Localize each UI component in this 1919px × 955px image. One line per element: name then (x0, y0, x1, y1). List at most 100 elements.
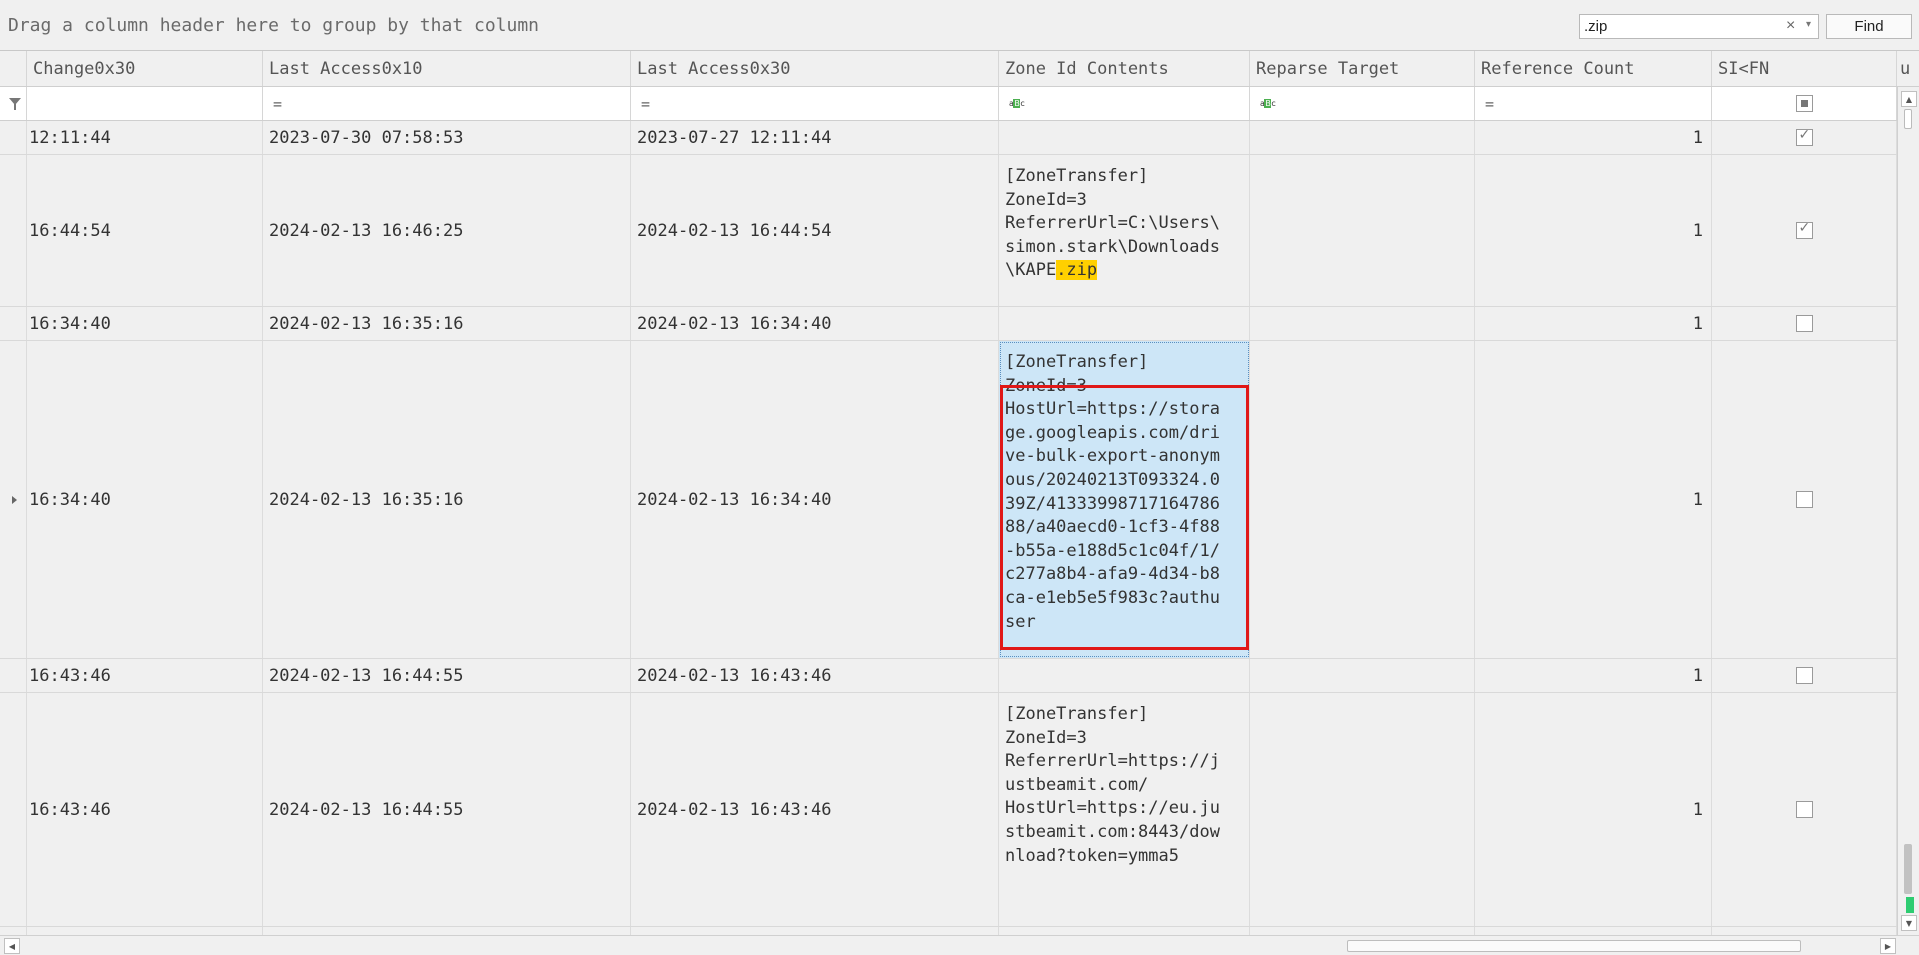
column-header-u[interactable]: u (1897, 51, 1919, 86)
cell-reparse-target[interactable] (1250, 307, 1475, 340)
cell-last-access-0x30[interactable]: 2024-02-13 16:34:40 (631, 307, 999, 340)
cell-zone-id-contents[interactable] (999, 927, 1250, 935)
cell-reference-count[interactable]: 1 (1475, 307, 1712, 340)
row-indicator[interactable] (0, 693, 27, 926)
cell-change-0x30[interactable]: 16:34:40 (27, 341, 263, 658)
table-row[interactable]: 15:25:202023-07-29 07:43:312023-07-07 15… (0, 927, 1897, 935)
clear-search-icon[interactable]: × (1786, 17, 1795, 35)
cell-reparse-target[interactable] (1250, 341, 1475, 658)
cell-last-access-0x10[interactable]: 2024-02-13 16:44:55 (263, 659, 631, 692)
cell-zone-id-contents[interactable] (999, 307, 1250, 340)
cell-reparse-target[interactable] (1250, 693, 1475, 926)
cell-si-fn[interactable] (1712, 659, 1897, 692)
table-row[interactable]: 16:34:40 2024-02-13 16:35:16 2024-02-13 16… (0, 341, 1897, 659)
cell-last-access-0x30[interactable]: 2023-07-27 12:11:44 (631, 121, 999, 154)
cell-si-fn[interactable] (1712, 155, 1897, 306)
cell-last-access-0x10[interactable]: 2023-07-30 07:58:53 (263, 121, 631, 154)
filter-cell-reference-count[interactable]: = (1475, 87, 1712, 120)
cell-reparse-target[interactable] (1250, 155, 1475, 306)
filter-equals-icon[interactable]: = (273, 95, 282, 113)
cell-reference-count[interactable]: 1 (1475, 121, 1712, 154)
column-header-change-0x30[interactable]: Change0x30 (27, 51, 263, 86)
scroll-right-icon[interactable]: ▶ (1880, 938, 1896, 954)
cell-reparse-target[interactable] (1250, 659, 1475, 692)
scroll-down-icon[interactable]: ▼ (1901, 915, 1917, 931)
cell-si-fn[interactable] (1712, 341, 1897, 658)
column-header-last-access-0x10[interactable]: Last Access0x10 (263, 51, 631, 86)
cell-zone-id-contents[interactable]: [ZoneTransfer] ZoneId=3 HostUrl=https://… (999, 341, 1250, 658)
cell-last-access-0x30[interactable]: 2024-02-13 16:43:46 (631, 693, 999, 926)
vertical-scroll-thumb[interactable] (1904, 844, 1912, 894)
table-row[interactable]: 12:11:44 2023-07-30 07:58:53 2023-07-27 12… (0, 121, 1897, 155)
cell-reparse-target[interactable] (1250, 121, 1475, 154)
filter-cell-last-access-0x30[interactable]: = (631, 87, 999, 120)
row-indicator[interactable] (0, 307, 27, 340)
group-by-panel[interactable]: Drag a column header here to group by th… (0, 0, 1919, 51)
horizontal-scroll-thumb[interactable] (1347, 940, 1801, 952)
filter-equals-icon[interactable]: = (1485, 95, 1494, 113)
cell-zone-id-contents[interactable] (999, 659, 1250, 692)
filter-text-contains-icon[interactable]: aBc (1009, 99, 1025, 108)
filter-cell-zone-id-contents[interactable]: aBc (999, 87, 1250, 120)
si-fn-checkbox[interactable] (1795, 220, 1813, 239)
cell-reparse-target[interactable] (1250, 927, 1475, 935)
find-button[interactable]: Find (1826, 14, 1912, 39)
data-grid[interactable]: Change0x30 Last Access0x10 Last Access0x30… (0, 51, 1919, 935)
table-row[interactable]: 16:34:40 2024-02-13 16:35:16 2024-02-13 16… (0, 307, 1897, 341)
row-indicator[interactable] (0, 927, 27, 935)
cell-si-fn[interactable] (1712, 927, 1897, 935)
cell-last-access-0x30[interactable]: 2024-02-13 16:34:40 (631, 341, 999, 658)
column-header-zone-id-contents[interactable]: Zone Id Contents (999, 51, 1250, 86)
cell-last-access-0x10[interactable]: 2024-02-13 16:46:25 (263, 155, 631, 306)
si-fn-checkbox[interactable] (1795, 491, 1813, 508)
column-header-reference-count[interactable]: Reference Count (1475, 51, 1712, 86)
cell-reference-count[interactable]: 1 (1475, 155, 1712, 306)
cell-si-fn[interactable] (1712, 121, 1897, 154)
row-indicator[interactable] (0, 341, 27, 658)
filter-cell-si-fn[interactable] (1712, 87, 1897, 120)
cell-si-fn[interactable] (1712, 307, 1897, 340)
cell-reference-count[interactable]: 1 (1475, 927, 1712, 935)
vertical-scrollbar[interactable]: ▲ ▼ (1897, 87, 1919, 935)
cell-change-0x30[interactable]: 16:34:40 (27, 307, 263, 340)
grid-body[interactable]: 12:11:44 2023-07-30 07:58:53 2023-07-27 12… (0, 121, 1897, 935)
filter-checkbox[interactable] (1796, 95, 1813, 112)
cell-change-0x30[interactable]: 12:11:44 (27, 121, 263, 154)
row-indicator[interactable] (0, 659, 27, 692)
cell-change-0x30[interactable]: 16:43:46 (27, 693, 263, 926)
si-fn-checkbox[interactable] (1795, 315, 1813, 332)
cell-zone-id-contents[interactable]: [ZoneTransfer] ZoneId=3 ReferrerUrl=http… (999, 693, 1250, 926)
si-fn-checkbox[interactable] (1795, 127, 1813, 146)
scroll-up-icon[interactable]: ▲ (1901, 91, 1917, 107)
table-row[interactable]: 16:44:54 2024-02-13 16:46:25 2024-02-13 16… (0, 155, 1897, 307)
cell-last-access-0x10[interactable]: 2023-07-29 07:43:31 (263, 927, 631, 935)
filter-cell-reparse-target[interactable]: aBc (1250, 87, 1475, 120)
cell-last-access-0x30[interactable]: 2024-02-13 16:44:54 (631, 155, 999, 306)
search-box[interactable]: × ▾ (1579, 14, 1819, 39)
cell-last-access-0x30[interactable]: 2024-02-13 16:43:46 (631, 659, 999, 692)
row-indicator[interactable] (0, 121, 27, 154)
filter-cell-last-access-0x10[interactable]: = (263, 87, 631, 120)
cell-si-fn[interactable] (1712, 693, 1897, 926)
cell-zone-id-contents[interactable]: [ZoneTransfer] ZoneId=3 ReferrerUrl=C:\U… (999, 155, 1250, 306)
column-header-last-access-0x30[interactable]: Last Access0x30 (631, 51, 999, 86)
cell-reference-count[interactable]: 1 (1475, 693, 1712, 926)
filter-cell-change-0x30[interactable] (27, 87, 263, 120)
cell-last-access-0x10[interactable]: 2024-02-13 16:35:16 (263, 341, 631, 658)
cell-change-0x30[interactable]: 15:25:20 (27, 927, 263, 935)
cell-last-access-0x10[interactable]: 2024-02-13 16:44:55 (263, 693, 631, 926)
cell-reference-count[interactable]: 1 (1475, 659, 1712, 692)
search-dropdown-icon[interactable]: ▾ (1806, 19, 1811, 30)
row-indicator[interactable] (0, 155, 27, 306)
filter-text-contains-icon[interactable]: aBc (1260, 99, 1276, 108)
si-fn-checkbox[interactable] (1795, 801, 1813, 818)
horizontal-scrollbar[interactable]: ◀ ▶ (0, 935, 1919, 955)
scroll-top-thumb[interactable] (1904, 109, 1912, 129)
scroll-left-icon[interactable]: ◀ (4, 938, 20, 954)
si-fn-checkbox[interactable] (1795, 667, 1813, 684)
cell-zone-id-contents[interactable] (999, 121, 1250, 154)
table-row[interactable]: 16:43:46 2024-02-13 16:44:55 2024-02-13 16… (0, 659, 1897, 693)
filter-equals-icon[interactable]: = (641, 95, 650, 113)
column-header-reparse-target[interactable]: Reparse Target (1250, 51, 1475, 86)
cell-change-0x30[interactable]: 16:44:54 (27, 155, 263, 306)
